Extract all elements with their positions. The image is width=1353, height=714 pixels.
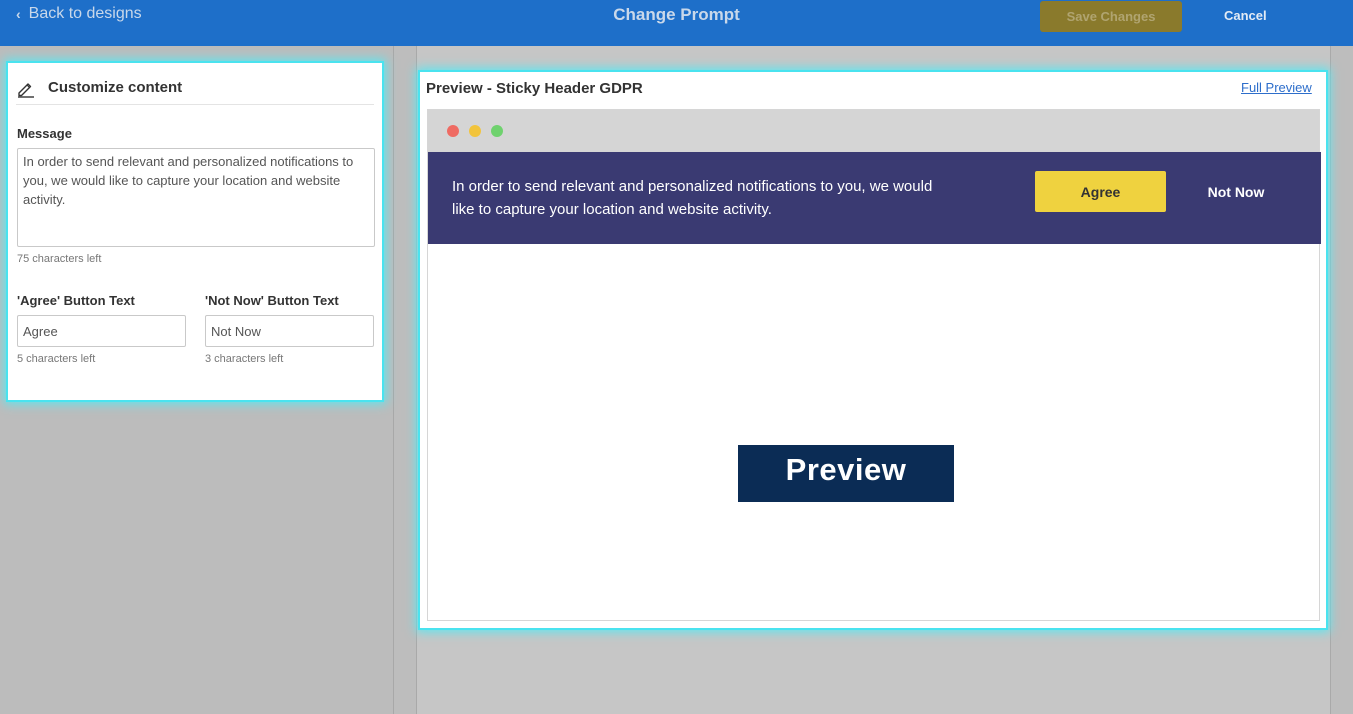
- notnow-text-input[interactable]: [205, 315, 374, 347]
- cancel-button[interactable]: Cancel: [1224, 8, 1267, 23]
- not-now-button[interactable]: Not Now: [1188, 171, 1284, 212]
- full-preview-link[interactable]: Full Preview: [1241, 80, 1312, 95]
- back-to-designs-link[interactable]: ‹ Back to designs: [16, 5, 142, 23]
- preview-title: Preview - Sticky Header GDPR: [426, 80, 643, 97]
- notnow-text-label: 'Not Now' Button Text: [205, 293, 339, 308]
- save-changes-button[interactable]: Save Changes: [1040, 1, 1182, 32]
- minimize-dot-icon: [469, 125, 481, 137]
- chevron-left-icon: ‹: [16, 6, 21, 22]
- sticky-header-banner: In order to send relevant and personaliz…: [428, 152, 1321, 244]
- customize-content-panel: Customize content Message In order to se…: [8, 63, 382, 400]
- pencil-icon: [18, 82, 34, 98]
- customize-header: Customize content: [16, 71, 374, 105]
- message-label: Message: [17, 126, 72, 141]
- message-characters-left: 75 characters left: [17, 253, 102, 265]
- close-dot-icon: [447, 125, 459, 137]
- message-textarea[interactable]: In order to send relevant and personaliz…: [17, 148, 375, 247]
- banner-message: In order to send relevant and personaliz…: [452, 178, 933, 218]
- customize-heading: Customize content: [48, 79, 183, 96]
- agree-characters-left: 5 characters left: [17, 353, 96, 365]
- preview-badge: Preview: [738, 445, 954, 502]
- back-label: Back to designs: [28, 5, 142, 22]
- agree-text-input[interactable]: [17, 315, 186, 347]
- agree-button[interactable]: Agree: [1035, 171, 1166, 212]
- left-panel: Customize content Message In order to se…: [0, 46, 394, 714]
- notnow-characters-left: 3 characters left: [205, 353, 284, 365]
- browser-chrome: [428, 110, 1319, 152]
- browser-mockup: In order to send relevant and personaliz…: [427, 109, 1321, 621]
- preview-panel: Preview - Sticky Header GDPR Full Previe…: [420, 72, 1326, 628]
- top-bar: ‹ Back to designs Change Prompt Save Cha…: [0, 0, 1353, 46]
- maximize-dot-icon: [491, 125, 503, 137]
- agree-text-label: 'Agree' Button Text: [17, 293, 135, 308]
